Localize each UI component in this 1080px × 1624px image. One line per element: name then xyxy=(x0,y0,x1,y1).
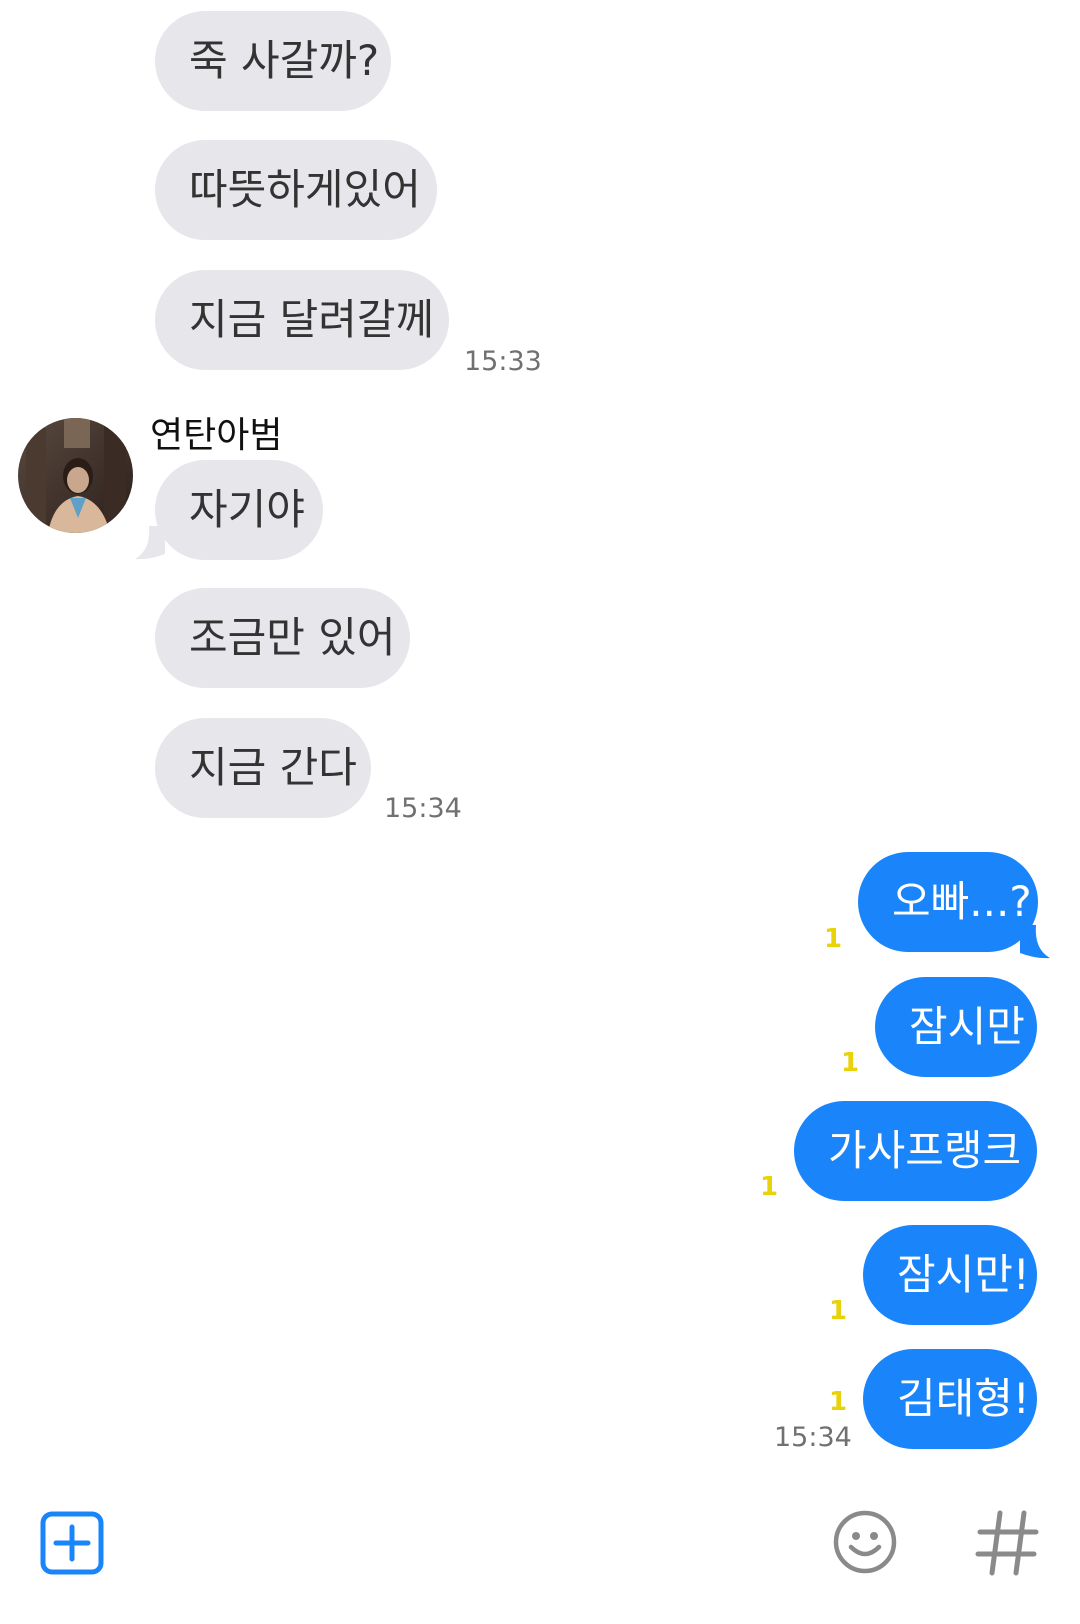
message-text: 잠시만 xyxy=(909,1002,1025,1051)
message-text: 죽 사갈까? xyxy=(189,36,380,85)
message-timestamp: 15:34 xyxy=(774,1422,852,1453)
emoji-icon[interactable] xyxy=(832,1509,898,1575)
message-bubble-incoming[interactable]: 조금만 있어 xyxy=(155,588,410,688)
chat-toolbar xyxy=(0,1495,1080,1624)
unread-count: 1 xyxy=(841,1048,860,1078)
avatar-image xyxy=(18,418,133,533)
message-timestamp: 15:34 xyxy=(384,793,462,824)
unread-count: 1 xyxy=(824,924,843,954)
message-bubble-incoming[interactable]: 자기야 xyxy=(155,460,323,560)
message-text: 김태형! xyxy=(897,1374,1030,1423)
message-bubble-outgoing[interactable]: 오빠...? xyxy=(858,852,1038,952)
message-text: 지금 달려갈께 xyxy=(189,295,435,344)
message-bubble-incoming[interactable]: 따뜻하게있어 xyxy=(155,140,437,240)
message-bubble-incoming[interactable]: 지금 간다 xyxy=(155,718,371,818)
message-bubble-incoming[interactable]: 지금 달려갈께 xyxy=(155,270,449,370)
message-bubble-incoming[interactable]: 죽 사갈까? xyxy=(155,11,391,111)
chat-area: 죽 사갈까? 따뜻하게있어 지금 달려갈께 15:33 연탄아범 자기야 조금만… xyxy=(0,0,1080,1495)
message-text: 조금만 있어 xyxy=(189,613,396,662)
message-text: 자기야 xyxy=(189,485,305,534)
message-bubble-outgoing[interactable]: 잠시만! xyxy=(863,1225,1037,1325)
unread-count: 1 xyxy=(829,1296,848,1326)
message-bubble-outgoing[interactable]: 가사프랭크 xyxy=(794,1101,1037,1201)
message-bubble-outgoing[interactable]: 김태형! xyxy=(863,1349,1037,1449)
message-text: 지금 간다 xyxy=(189,743,357,792)
message-text: 따뜻하게있어 xyxy=(189,165,421,214)
sender-name: 연탄아범 xyxy=(150,415,283,456)
message-text: 오빠...? xyxy=(892,877,1032,926)
plus-square-icon[interactable] xyxy=(40,1511,104,1575)
message-text: 잠시만! xyxy=(897,1250,1030,1299)
unread-count: 1 xyxy=(829,1387,848,1417)
message-bubble-outgoing[interactable]: 잠시만 xyxy=(875,977,1037,1077)
hashtag-icon[interactable] xyxy=(970,1505,1046,1581)
message-text: 가사프랭크 xyxy=(828,1126,1022,1175)
unread-count: 1 xyxy=(760,1172,779,1202)
message-timestamp: 15:33 xyxy=(464,346,542,377)
avatar[interactable] xyxy=(18,418,133,533)
